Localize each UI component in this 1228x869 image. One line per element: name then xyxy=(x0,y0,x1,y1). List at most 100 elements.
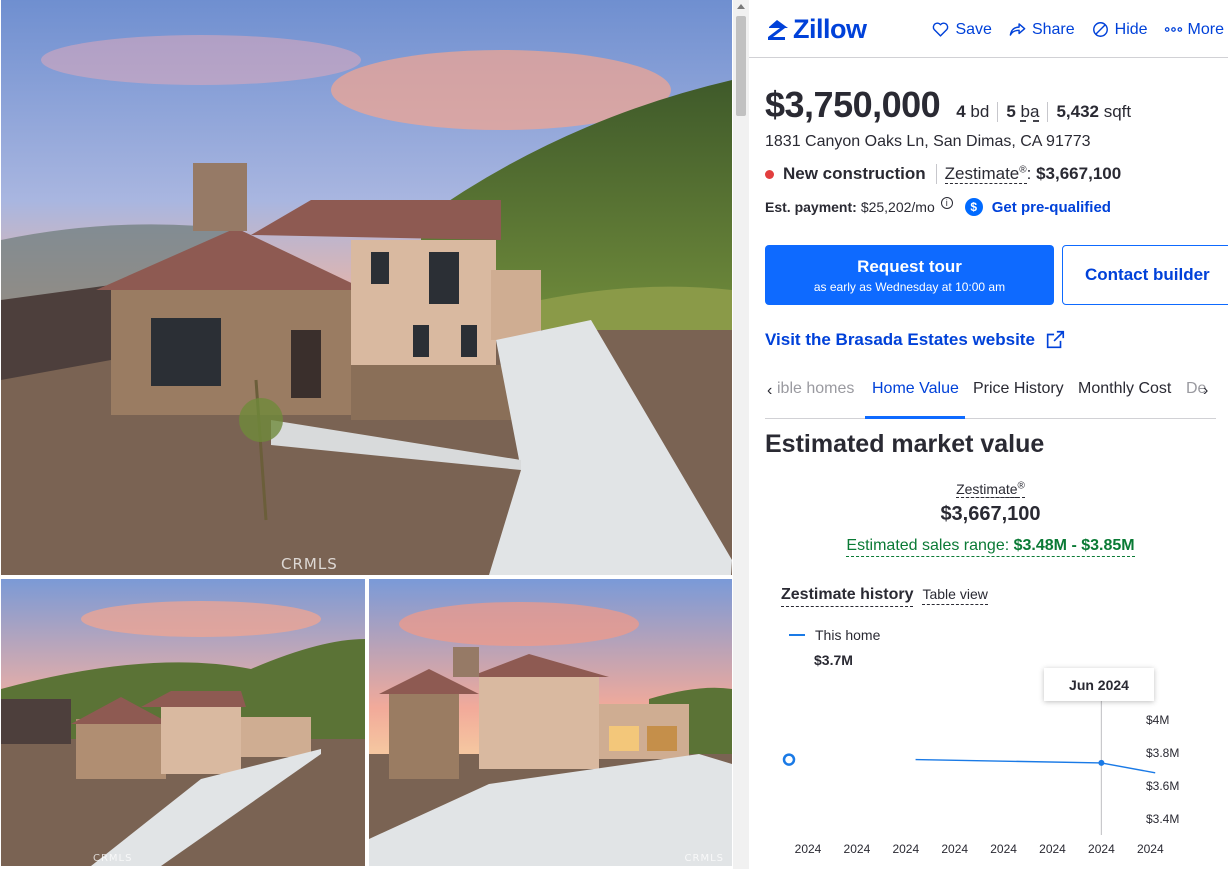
beds-unit: bd xyxy=(970,102,990,121)
tab-home-value[interactable]: Home Value xyxy=(872,380,959,398)
details-panel: Zillow Save Share Hide More $3,750,000 4… xyxy=(749,0,1228,869)
registered-mark: ® xyxy=(1017,480,1025,491)
sqft-fact: 5,432 sqft xyxy=(1047,102,1139,122)
sales-range-label: Estimated sales range: xyxy=(846,537,1010,554)
x-tick-label: 2024 xyxy=(1039,842,1066,856)
sqft-count: 5,432 xyxy=(1056,102,1099,121)
mls-watermark: CRMLS xyxy=(93,853,133,864)
info-icon[interactable]: i xyxy=(940,197,953,209)
zillow-logo-icon xyxy=(768,19,788,40)
beds-count: 4 xyxy=(956,102,966,121)
secondary-photo-right[interactable]: CRMLS xyxy=(369,579,732,866)
payment-value: $25,202/mo xyxy=(860,199,935,215)
tab-monthly-cost[interactable]: Monthly Cost xyxy=(1078,380,1171,398)
header-actions: Save Share Hide More xyxy=(931,20,1224,39)
y-tick-label: $4M xyxy=(1146,713,1169,727)
status-row: New construction Zestimate®: $3,667,100 xyxy=(765,164,1121,184)
legend-swatch xyxy=(789,634,805,636)
hide-label: Hide xyxy=(1114,20,1148,38)
x-tick-label: 2024 xyxy=(941,842,968,856)
hide-button[interactable]: Hide xyxy=(1091,20,1148,39)
zestimate-heading[interactable]: Zestimate® xyxy=(765,480,1216,498)
baths-fact[interactable]: 5 ba xyxy=(997,102,1047,122)
table-view-link[interactable]: Table view xyxy=(922,586,988,605)
scrollbar-thumb[interactable] xyxy=(736,16,746,116)
series-line xyxy=(915,758,1156,774)
more-icon xyxy=(1164,27,1182,32)
dollar-icon: $ xyxy=(964,198,983,216)
x-tick-label: 2024 xyxy=(892,842,919,856)
prequalify-link[interactable]: Get pre-qualified xyxy=(992,199,1111,216)
section-title: Estimated market value xyxy=(765,430,1045,458)
sales-range[interactable]: Estimated sales range: $3.48M - $3.85M xyxy=(765,537,1216,557)
home-facts: 4 bd 5 ba 5,432 sqft xyxy=(956,102,1139,122)
more-label: More xyxy=(1187,20,1224,38)
sales-range-link[interactable]: Estimated sales range: $3.48M - $3.85M xyxy=(846,537,1135,557)
contact-builder-button[interactable]: Contact builder xyxy=(1062,245,1228,305)
status-badge: New construction xyxy=(783,164,926,183)
baths-unit: ba xyxy=(1020,102,1040,121)
zestimate-heading-label: Zestimate xyxy=(956,480,1018,498)
baths-count: 5 xyxy=(1006,102,1016,121)
x-tick-label: 2024 xyxy=(990,842,1017,856)
series-start-marker xyxy=(782,753,796,766)
scrollbar[interactable] xyxy=(733,0,749,869)
tab-available-homes[interactable]: ible homes xyxy=(777,380,854,398)
save-label: Save xyxy=(955,20,992,38)
share-button[interactable]: Share xyxy=(1008,20,1075,39)
registered-mark: ® xyxy=(1019,164,1027,176)
scroll-up-arrow[interactable] xyxy=(737,4,745,9)
external-link-icon xyxy=(1046,330,1064,349)
x-tick-label: 2024 xyxy=(1088,842,1115,856)
chart-tooltip: Jun 2024 xyxy=(1044,668,1154,701)
y-tick-label: $3.6M xyxy=(1146,779,1179,793)
price-summary: $3,750,000 4 bd 5 ba 5,432 sqft xyxy=(765,84,1139,126)
y-tick-label: $3.8M xyxy=(1146,746,1179,760)
zestimate-history-header: Zestimate history Table view xyxy=(781,586,988,607)
zestimate-inline[interactable]: Zestimate®: $3,667,100 xyxy=(935,164,1121,184)
listing-price: $3,750,000 xyxy=(765,84,941,125)
tabs-prev-chevron-icon[interactable]: ‹ xyxy=(767,382,772,400)
sqft-unit: sqft xyxy=(1103,102,1132,121)
x-tick-label: 2024 xyxy=(844,842,871,856)
save-button[interactable]: Save xyxy=(931,20,992,39)
share-icon xyxy=(1009,23,1026,36)
zestimate-link[interactable]: Zestimate® xyxy=(944,164,1027,184)
zestimate-heading-link[interactable]: Zestimate® xyxy=(956,480,1025,498)
hide-icon xyxy=(1092,22,1108,37)
request-tour-button[interactable]: Request tour as early as Wednesday at 10… xyxy=(765,245,1054,305)
builder-website-link[interactable]: Visit the Brasada Estates website xyxy=(765,329,1066,351)
mls-watermark: CRMLS xyxy=(684,853,724,864)
mls-watermark: CRMLS xyxy=(281,555,338,573)
legend-label: This home xyxy=(815,627,881,643)
listing-address: 1831 Canyon Oaks Ln, San Dimas, CA 91773 xyxy=(765,133,1091,150)
zillow-logo[interactable]: Zillow xyxy=(765,14,867,45)
heart-icon xyxy=(933,22,949,37)
house-image xyxy=(1,579,365,866)
tabs-next-chevron-icon[interactable]: › xyxy=(1203,382,1208,400)
builder-website-label: Visit the Brasada Estates website xyxy=(765,330,1035,349)
y-tick-label: $3.4M xyxy=(1146,812,1179,826)
tab-price-history[interactable]: Price History xyxy=(973,380,1064,398)
secondary-photo-left[interactable]: CRMLS xyxy=(1,579,365,866)
more-button[interactable]: More xyxy=(1164,20,1224,39)
payment-label: Est. payment: xyxy=(765,199,857,215)
request-tour-subtext: as early as Wednesday at 10:00 am xyxy=(813,280,1006,294)
active-tab-indicator xyxy=(865,416,965,419)
house-image xyxy=(369,579,732,866)
panel-header: Zillow Save Share Hide More xyxy=(749,0,1228,58)
sales-range-value: $3.48M - $3.85M xyxy=(1013,537,1135,554)
highlight-point xyxy=(1098,759,1105,766)
beds-fact: 4 bd xyxy=(956,102,997,122)
house-image xyxy=(1,0,732,575)
x-tick-label: 2024 xyxy=(1137,842,1164,856)
request-tour-label: Request tour xyxy=(857,257,962,276)
brand-name: Zillow xyxy=(793,14,867,44)
status-dot xyxy=(765,169,774,179)
zestimate-chart[interactable]: $4M $3.8M $3.6M $3.4M 2024 2024 2024 2024 2024 20… xyxy=(749,660,1228,869)
section-tabs: ‹ ible homes Home Value Price History Mo… xyxy=(765,366,1216,419)
share-label: Share xyxy=(1031,20,1075,38)
main-photo[interactable]: CRMLS xyxy=(1,0,732,575)
zestimate-history-title[interactable]: Zestimate history xyxy=(781,586,914,607)
x-tick-label: 2024 xyxy=(795,842,822,856)
